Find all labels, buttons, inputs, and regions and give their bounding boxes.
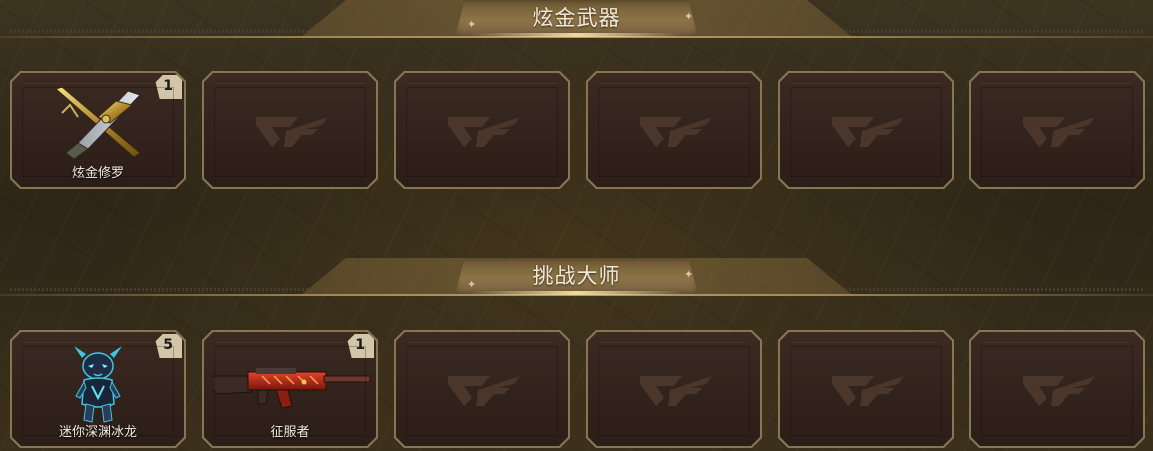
sparkle-icon: ✦ (684, 11, 694, 23)
slot-row-challenge-master: 5 迷你深渊冰龙 1 征服者 (10, 330, 1145, 448)
empty-reward-slot[interactable] (394, 330, 570, 448)
banner-side-rail-left (10, 30, 310, 33)
empty-reward-slot[interactable] (969, 71, 1145, 189)
cf-logo-icon (832, 376, 904, 406)
item-count: 1 (355, 337, 365, 353)
banner-side-rail-left (10, 288, 310, 291)
section-title: 炫金武器 (532, 7, 621, 30)
item-name: 炫金修罗 (71, 165, 124, 180)
slot-frame (204, 73, 376, 187)
slot-frame (396, 73, 568, 187)
reward-slot[interactable]: 5 迷你深渊冰龙 (10, 330, 186, 448)
section-title: 挑战大师 (532, 265, 621, 288)
item-name: 征服者 (270, 424, 310, 439)
slot-frame (780, 73, 952, 187)
slot-frame (780, 332, 952, 446)
slot-frame (588, 73, 760, 187)
cf-logo-icon (1023, 117, 1095, 147)
red-rifle-icon (212, 368, 371, 409)
crossed-gold-weapons-icon (55, 86, 141, 160)
reward-slot[interactable]: 1 征服者 (202, 330, 378, 448)
cf-logo-icon (640, 117, 712, 147)
count-badge: 5 (153, 334, 182, 358)
cf-logo-icon (256, 117, 328, 147)
slot-frame: 1 炫金修罗 (12, 73, 184, 187)
cf-logo-icon (640, 376, 712, 406)
empty-reward-slot[interactable] (586, 71, 762, 189)
empty-reward-slot[interactable] (778, 330, 954, 448)
empty-reward-slot[interactable] (394, 71, 570, 189)
empty-reward-slot[interactable] (778, 71, 954, 189)
cf-logo-icon (832, 117, 904, 147)
empty-reward-slot[interactable] (969, 330, 1145, 448)
empty-reward-slot[interactable] (202, 71, 378, 189)
item-count: 5 (163, 337, 173, 353)
mini-ice-dragon-figure-icon (74, 346, 122, 423)
empty-reward-slot[interactable] (586, 330, 762, 448)
section-banner-challenge-master: 挑战大师 ✦ ✦ (0, 258, 1153, 306)
item-name: 迷你深渊冰龙 (58, 424, 137, 439)
reward-slot[interactable]: 1 炫金修罗 (10, 71, 186, 189)
count-badge: 1 (345, 334, 374, 358)
section-banner-gold-weapons: 炫金武器 ✦ ✦ (0, 0, 1153, 48)
slot-row-gold-weapons: 1 炫金修罗 (10, 71, 1145, 189)
slot-frame (971, 73, 1143, 187)
sparkle-icon: ✦ (684, 269, 694, 281)
item-count: 1 (163, 78, 173, 94)
slot-frame (588, 332, 760, 446)
cf-logo-icon (448, 376, 520, 406)
count-badge: 1 (153, 75, 182, 99)
slot-frame (971, 332, 1143, 446)
slot-frame (396, 332, 568, 446)
banner-side-rail-right (845, 30, 1145, 33)
banner-side-rail-right (845, 288, 1145, 291)
cf-logo-icon (1023, 376, 1095, 406)
sparkle-icon: ✦ (467, 279, 477, 291)
slot-frame: 1 征服者 (204, 332, 376, 446)
cf-logo-icon (448, 117, 520, 147)
slot-frame: 5 迷你深渊冰龙 (12, 332, 184, 446)
sparkle-icon: ✦ (467, 19, 477, 31)
